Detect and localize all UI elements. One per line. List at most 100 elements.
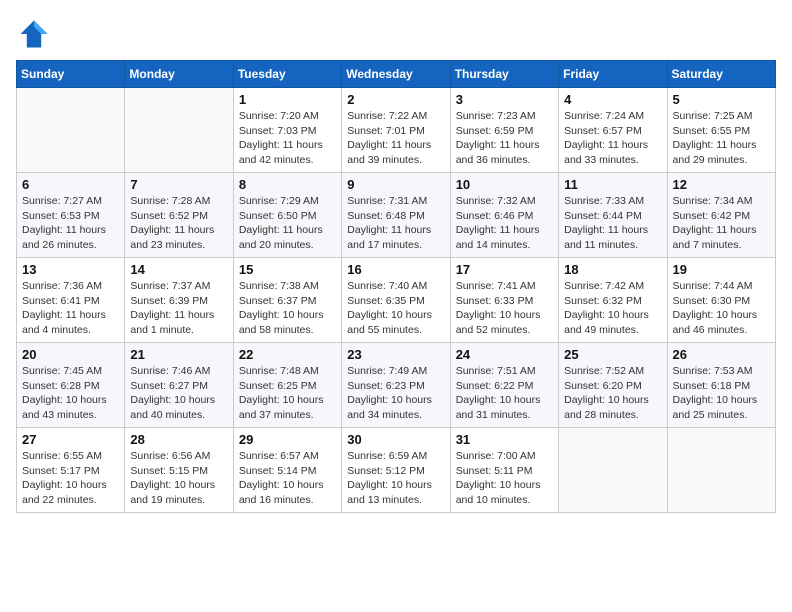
day-number: 19 <box>673 262 770 277</box>
day-info: Sunrise: 7:31 AMSunset: 6:48 PMDaylight:… <box>347 194 444 253</box>
weekday-header: Monday <box>125 61 233 88</box>
calendar-cell: 29 Sunrise: 6:57 AMSunset: 5:14 PMDaylig… <box>233 428 341 513</box>
calendar-week-row: 13 Sunrise: 7:36 AMSunset: 6:41 PMDaylig… <box>17 258 776 343</box>
weekday-header: Thursday <box>450 61 558 88</box>
day-info: Sunrise: 7:41 AMSunset: 6:33 PMDaylight:… <box>456 279 553 338</box>
day-number: 23 <box>347 347 444 362</box>
day-info: Sunrise: 7:24 AMSunset: 6:57 PMDaylight:… <box>564 109 661 168</box>
day-info: Sunrise: 7:28 AMSunset: 6:52 PMDaylight:… <box>130 194 227 253</box>
weekday-header: Saturday <box>667 61 775 88</box>
day-info: Sunrise: 7:49 AMSunset: 6:23 PMDaylight:… <box>347 364 444 423</box>
calendar-cell: 13 Sunrise: 7:36 AMSunset: 6:41 PMDaylig… <box>17 258 125 343</box>
calendar-week-row: 1 Sunrise: 7:20 AMSunset: 7:03 PMDayligh… <box>17 88 776 173</box>
day-number: 11 <box>564 177 661 192</box>
calendar-cell: 16 Sunrise: 7:40 AMSunset: 6:35 PMDaylig… <box>342 258 450 343</box>
day-info: Sunrise: 6:55 AMSunset: 5:17 PMDaylight:… <box>22 449 119 508</box>
day-info: Sunrise: 7:38 AMSunset: 6:37 PMDaylight:… <box>239 279 336 338</box>
day-number: 21 <box>130 347 227 362</box>
calendar-cell: 23 Sunrise: 7:49 AMSunset: 6:23 PMDaylig… <box>342 343 450 428</box>
calendar-cell: 15 Sunrise: 7:38 AMSunset: 6:37 PMDaylig… <box>233 258 341 343</box>
day-info: Sunrise: 7:27 AMSunset: 6:53 PMDaylight:… <box>22 194 119 253</box>
calendar-cell: 12 Sunrise: 7:34 AMSunset: 6:42 PMDaylig… <box>667 173 775 258</box>
day-info: Sunrise: 7:48 AMSunset: 6:25 PMDaylight:… <box>239 364 336 423</box>
calendar-cell: 17 Sunrise: 7:41 AMSunset: 6:33 PMDaylig… <box>450 258 558 343</box>
day-number: 6 <box>22 177 119 192</box>
calendar-cell: 19 Sunrise: 7:44 AMSunset: 6:30 PMDaylig… <box>667 258 775 343</box>
day-info: Sunrise: 7:37 AMSunset: 6:39 PMDaylight:… <box>130 279 227 338</box>
calendar-cell: 6 Sunrise: 7:27 AMSunset: 6:53 PMDayligh… <box>17 173 125 258</box>
day-info: Sunrise: 7:32 AMSunset: 6:46 PMDaylight:… <box>456 194 553 253</box>
calendar-cell: 5 Sunrise: 7:25 AMSunset: 6:55 PMDayligh… <box>667 88 775 173</box>
day-number: 18 <box>564 262 661 277</box>
weekday-header: Sunday <box>17 61 125 88</box>
day-info: Sunrise: 6:59 AMSunset: 5:12 PMDaylight:… <box>347 449 444 508</box>
calendar-cell: 20 Sunrise: 7:45 AMSunset: 6:28 PMDaylig… <box>17 343 125 428</box>
calendar-cell: 24 Sunrise: 7:51 AMSunset: 6:22 PMDaylig… <box>450 343 558 428</box>
day-info: Sunrise: 7:33 AMSunset: 6:44 PMDaylight:… <box>564 194 661 253</box>
day-info: Sunrise: 7:00 AMSunset: 5:11 PMDaylight:… <box>456 449 553 508</box>
day-number: 28 <box>130 432 227 447</box>
calendar-cell: 9 Sunrise: 7:31 AMSunset: 6:48 PMDayligh… <box>342 173 450 258</box>
calendar-cell: 11 Sunrise: 7:33 AMSunset: 6:44 PMDaylig… <box>559 173 667 258</box>
day-number: 2 <box>347 92 444 107</box>
calendar-cell: 27 Sunrise: 6:55 AMSunset: 5:17 PMDaylig… <box>17 428 125 513</box>
calendar-cell: 18 Sunrise: 7:42 AMSunset: 6:32 PMDaylig… <box>559 258 667 343</box>
calendar-cell: 3 Sunrise: 7:23 AMSunset: 6:59 PMDayligh… <box>450 88 558 173</box>
day-info: Sunrise: 7:51 AMSunset: 6:22 PMDaylight:… <box>456 364 553 423</box>
day-number: 1 <box>239 92 336 107</box>
day-info: Sunrise: 7:34 AMSunset: 6:42 PMDaylight:… <box>673 194 770 253</box>
day-info: Sunrise: 7:52 AMSunset: 6:20 PMDaylight:… <box>564 364 661 423</box>
day-info: Sunrise: 7:46 AMSunset: 6:27 PMDaylight:… <box>130 364 227 423</box>
day-info: Sunrise: 7:40 AMSunset: 6:35 PMDaylight:… <box>347 279 444 338</box>
day-number: 10 <box>456 177 553 192</box>
calendar-week-row: 6 Sunrise: 7:27 AMSunset: 6:53 PMDayligh… <box>17 173 776 258</box>
calendar-cell: 30 Sunrise: 6:59 AMSunset: 5:12 PMDaylig… <box>342 428 450 513</box>
day-info: Sunrise: 7:42 AMSunset: 6:32 PMDaylight:… <box>564 279 661 338</box>
calendar-table: SundayMondayTuesdayWednesdayThursdayFrid… <box>16 60 776 513</box>
day-number: 26 <box>673 347 770 362</box>
calendar-cell: 10 Sunrise: 7:32 AMSunset: 6:46 PMDaylig… <box>450 173 558 258</box>
day-number: 12 <box>673 177 770 192</box>
day-number: 16 <box>347 262 444 277</box>
calendar-cell <box>125 88 233 173</box>
day-info: Sunrise: 7:45 AMSunset: 6:28 PMDaylight:… <box>22 364 119 423</box>
day-number: 27 <box>22 432 119 447</box>
day-info: Sunrise: 7:29 AMSunset: 6:50 PMDaylight:… <box>239 194 336 253</box>
day-number: 9 <box>347 177 444 192</box>
day-number: 20 <box>22 347 119 362</box>
calendar-cell: 28 Sunrise: 6:56 AMSunset: 5:15 PMDaylig… <box>125 428 233 513</box>
weekday-header: Friday <box>559 61 667 88</box>
day-number: 15 <box>239 262 336 277</box>
logo-icon <box>16 16 52 52</box>
day-number: 29 <box>239 432 336 447</box>
weekday-header: Wednesday <box>342 61 450 88</box>
calendar-week-row: 27 Sunrise: 6:55 AMSunset: 5:17 PMDaylig… <box>17 428 776 513</box>
day-number: 13 <box>22 262 119 277</box>
weekday-header: Tuesday <box>233 61 341 88</box>
day-number: 17 <box>456 262 553 277</box>
logo <box>16 16 56 52</box>
page-header <box>16 16 776 52</box>
calendar-cell <box>17 88 125 173</box>
day-number: 25 <box>564 347 661 362</box>
day-number: 22 <box>239 347 336 362</box>
day-info: Sunrise: 7:25 AMSunset: 6:55 PMDaylight:… <box>673 109 770 168</box>
day-number: 3 <box>456 92 553 107</box>
day-number: 30 <box>347 432 444 447</box>
calendar-cell <box>667 428 775 513</box>
day-info: Sunrise: 7:53 AMSunset: 6:18 PMDaylight:… <box>673 364 770 423</box>
day-number: 4 <box>564 92 661 107</box>
calendar-cell: 2 Sunrise: 7:22 AMSunset: 7:01 PMDayligh… <box>342 88 450 173</box>
day-info: Sunrise: 7:44 AMSunset: 6:30 PMDaylight:… <box>673 279 770 338</box>
calendar-cell: 14 Sunrise: 7:37 AMSunset: 6:39 PMDaylig… <box>125 258 233 343</box>
calendar-cell: 22 Sunrise: 7:48 AMSunset: 6:25 PMDaylig… <box>233 343 341 428</box>
calendar-cell: 21 Sunrise: 7:46 AMSunset: 6:27 PMDaylig… <box>125 343 233 428</box>
day-number: 31 <box>456 432 553 447</box>
day-info: Sunrise: 7:36 AMSunset: 6:41 PMDaylight:… <box>22 279 119 338</box>
calendar-cell: 26 Sunrise: 7:53 AMSunset: 6:18 PMDaylig… <box>667 343 775 428</box>
calendar-cell <box>559 428 667 513</box>
day-info: Sunrise: 7:20 AMSunset: 7:03 PMDaylight:… <box>239 109 336 168</box>
day-info: Sunrise: 7:23 AMSunset: 6:59 PMDaylight:… <box>456 109 553 168</box>
calendar-week-row: 20 Sunrise: 7:45 AMSunset: 6:28 PMDaylig… <box>17 343 776 428</box>
day-number: 8 <box>239 177 336 192</box>
